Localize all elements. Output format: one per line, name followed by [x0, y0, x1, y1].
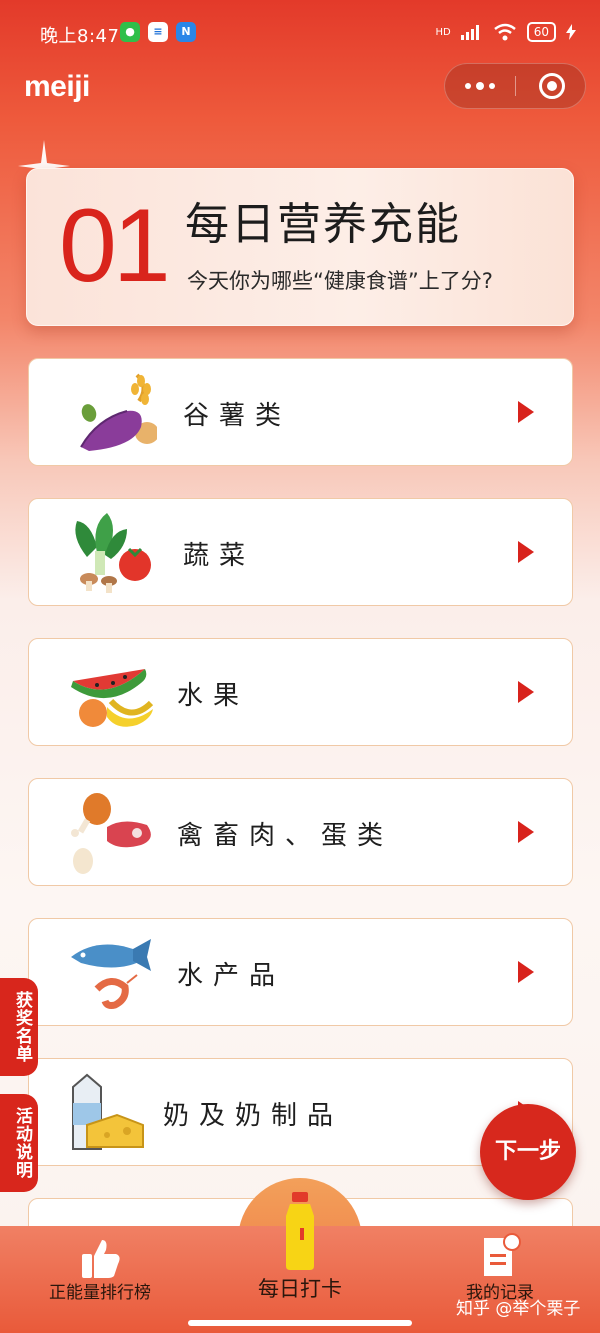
dairy-icon: [72, 1073, 144, 1150]
category-seafood[interactable]: 水产品: [28, 918, 573, 1026]
record-document-icon: [484, 1233, 521, 1276]
seafood-icon: [71, 939, 151, 1009]
category-fruit[interactable]: 水果: [28, 638, 573, 746]
grain-potato-icon: [80, 373, 157, 451]
nav-daily-label: 每日打卡: [258, 1277, 342, 1301]
battery-level: 60: [533, 25, 549, 39]
play-arrow-icon: [518, 401, 534, 423]
yue-icon: ≡: [148, 22, 168, 42]
charging-icon: [566, 24, 576, 40]
hero-subtitle: 今天你为哪些“健康食谱”上了分?: [187, 269, 493, 293]
hero-number: 01: [59, 188, 171, 304]
play-arrow-icon: [518, 541, 534, 563]
battery-indicator: 60: [526, 22, 556, 42]
category-label: 水果: [177, 681, 250, 711]
zhihu-watermark: 知乎 @举个栗子: [456, 1299, 581, 1319]
category-label: 禽畜肉、蛋类: [177, 821, 394, 851]
wifi-icon: [493, 23, 516, 41]
nav-daily[interactable]: 每日打卡: [220, 1192, 380, 1333]
category-vegetable[interactable]: 蔬菜: [28, 498, 573, 606]
hero-card: 01 每日营养充能 今天你为哪些“健康食谱”上了分?: [26, 168, 574, 326]
mini-program-capsule: [444, 63, 586, 109]
home-indicator[interactable]: [188, 1320, 412, 1326]
signal-icon: [460, 25, 479, 40]
category-label: 谷薯类: [183, 401, 292, 431]
winners-list-tab[interactable]: 获奖名单: [0, 978, 38, 1076]
capsule-divider: [515, 76, 516, 96]
rules-tab[interactable]: 活动说明: [0, 1094, 38, 1192]
juice-bottle-icon: [286, 1192, 314, 1270]
wechat-icon: ●: [120, 22, 140, 42]
category-label: 奶及奶制品: [163, 1101, 344, 1131]
network-label: HD: [435, 26, 451, 38]
status-indicators: HD 60: [435, 22, 576, 42]
status-bar: 晚上8:47 ● ≡ N HD 60: [0, 0, 600, 62]
play-arrow-icon: [518, 821, 534, 843]
category-meat-egg[interactable]: 禽畜肉、蛋类: [28, 778, 573, 886]
nav-rank[interactable]: 正能量排行榜: [20, 1226, 180, 1333]
fruit-icon: [71, 669, 154, 727]
meiji-logo: meiji: [24, 70, 90, 103]
vegetable-icon: [75, 513, 151, 593]
category-label: 水产品: [177, 961, 286, 991]
next-step-button[interactable]: 下一步: [480, 1104, 576, 1200]
more-icon[interactable]: [445, 64, 515, 108]
play-arrow-icon: [518, 961, 534, 983]
nav-rank-label: 正能量排行榜: [49, 1283, 151, 1303]
hero-title: 每日营养充能: [185, 199, 461, 250]
close-target-icon[interactable]: [539, 73, 565, 99]
play-arrow-icon: [518, 681, 534, 703]
n-icon: N: [176, 22, 196, 42]
category-grain[interactable]: 谷薯类: [28, 358, 573, 466]
thumbs-up-icon: [82, 1240, 120, 1278]
meat-egg-icon: [71, 793, 151, 874]
category-label: 蔬菜: [183, 541, 256, 571]
status-time: 晚上8:47: [40, 26, 120, 47]
